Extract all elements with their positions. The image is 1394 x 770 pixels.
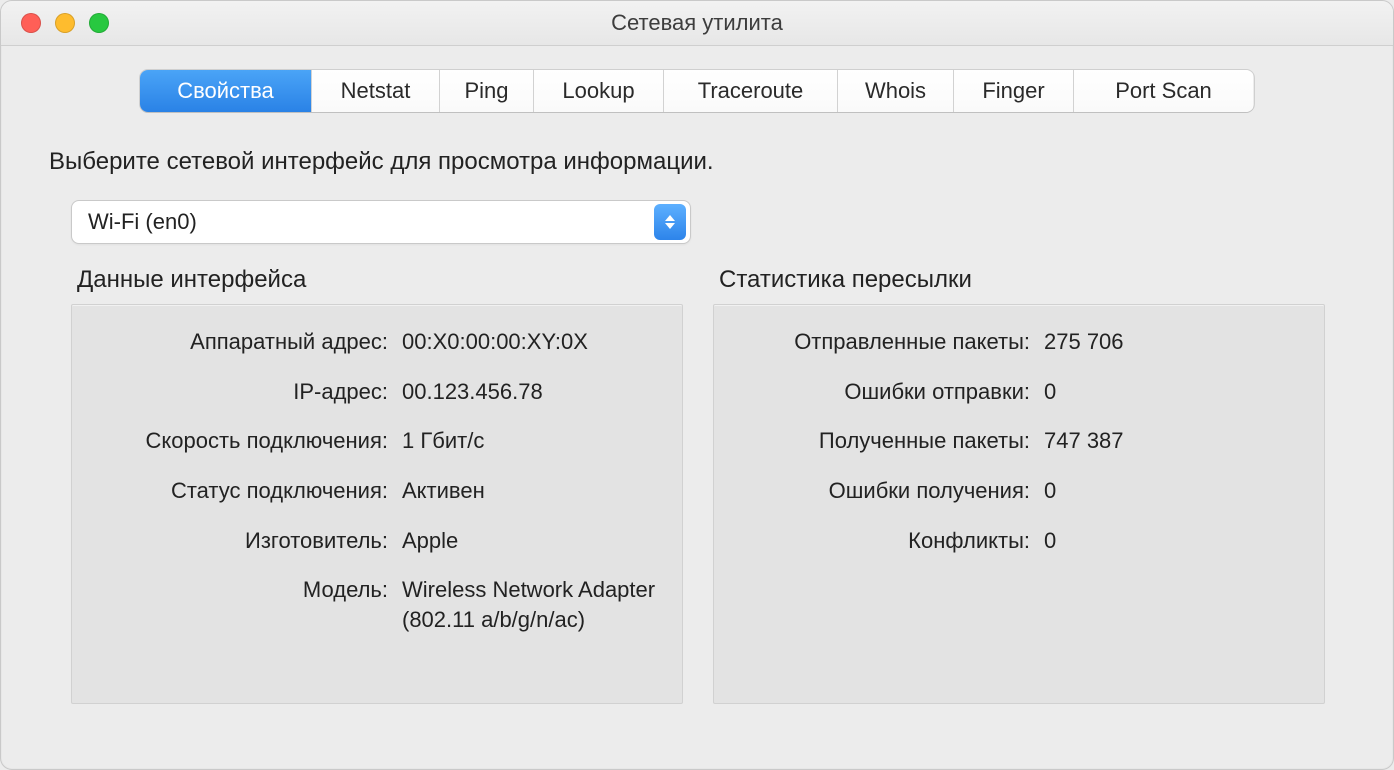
traffic-lights xyxy=(21,13,109,33)
label-vendor: Изготовитель: xyxy=(92,526,402,556)
zoom-window-button[interactable] xyxy=(89,13,109,33)
panels: Данные интерфейса Аппаратный адрес: 00:X… xyxy=(27,266,1367,704)
label-model: Модель: xyxy=(92,575,402,605)
transfer-stats-panel: Статистика пересылки Отправленные пакеты… xyxy=(713,266,1325,704)
value-link-status: Активен xyxy=(402,476,662,506)
row-hardware-address: Аппаратный адрес: 00:X0:00:00:XY:0X xyxy=(92,327,662,357)
row-collisions: Конфликты: 0 xyxy=(734,526,1304,556)
titlebar: Сетевая утилита xyxy=(1,1,1393,46)
instruction-text: Выберите сетевой интерфейс для просмотра… xyxy=(27,148,1367,176)
value-hardware-address: 00:X0:00:00:XY:0X xyxy=(402,327,662,357)
row-link-status: Статус подключения: Активен xyxy=(92,476,662,506)
label-recv-errors: Ошибки получения: xyxy=(734,476,1044,506)
transfer-stats-body: Отправленные пакеты: 275 706 Ошибки отпр… xyxy=(713,304,1325,704)
app-window: Сетевая утилита Свойства Netstat Ping Lo… xyxy=(0,0,1394,770)
label-ip-address: IP-адрес: xyxy=(92,377,402,407)
close-window-button[interactable] xyxy=(21,13,41,33)
tab-bar: Свойства Netstat Ping Lookup Traceroute … xyxy=(140,70,1254,112)
label-hardware-address: Аппаратный адрес: xyxy=(92,327,402,357)
minimize-window-button[interactable] xyxy=(55,13,75,33)
label-send-errors: Ошибки отправки: xyxy=(734,377,1044,407)
value-send-errors: 0 xyxy=(1044,377,1304,407)
tab-finger[interactable]: Finger xyxy=(954,70,1074,112)
interface-select-value: Wi-Fi (en0) xyxy=(72,209,654,235)
row-model: Модель: Wireless Network Adapter (802.11… xyxy=(92,575,662,634)
tab-ping[interactable]: Ping xyxy=(440,70,534,112)
row-recv-packets: Полученные пакеты: 747 387 xyxy=(734,426,1304,456)
label-link-speed: Скорость подключения: xyxy=(92,426,402,456)
row-sent-packets: Отправленные пакеты: 275 706 xyxy=(734,327,1304,357)
value-collisions: 0 xyxy=(1044,526,1304,556)
interface-info-body: Аппаратный адрес: 00:X0:00:00:XY:0X IP-а… xyxy=(71,304,683,704)
window-title: Сетевая утилита xyxy=(1,10,1393,36)
value-vendor: Apple xyxy=(402,526,662,556)
label-link-status: Статус подключения: xyxy=(92,476,402,506)
tab-whois[interactable]: Whois xyxy=(838,70,954,112)
tab-lookup[interactable]: Lookup xyxy=(534,70,664,112)
value-recv-errors: 0 xyxy=(1044,476,1304,506)
interface-select[interactable]: Wi-Fi (en0) xyxy=(71,200,691,244)
interface-info-title: Данные интерфейса xyxy=(71,266,683,294)
value-link-speed: 1 Гбит/с xyxy=(402,426,662,456)
transfer-stats-title: Статистика пересылки xyxy=(713,266,1325,294)
label-collisions: Конфликты: xyxy=(734,526,1044,556)
label-sent-packets: Отправленные пакеты: xyxy=(734,327,1044,357)
interface-info-panel: Данные интерфейса Аппаратный адрес: 00:X… xyxy=(71,266,683,704)
chevron-updown-icon xyxy=(654,204,686,240)
tab-info[interactable]: Свойства xyxy=(140,70,312,112)
row-vendor: Изготовитель: Apple xyxy=(92,526,662,556)
tab-netstat[interactable]: Netstat xyxy=(312,70,440,112)
row-link-speed: Скорость подключения: 1 Гбит/с xyxy=(92,426,662,456)
value-sent-packets: 275 706 xyxy=(1044,327,1304,357)
label-recv-packets: Полученные пакеты: xyxy=(734,426,1044,456)
row-send-errors: Ошибки отправки: 0 xyxy=(734,377,1304,407)
window-content: Свойства Netstat Ping Lookup Traceroute … xyxy=(1,46,1393,732)
tab-portscan[interactable]: Port Scan xyxy=(1074,70,1253,112)
tab-traceroute[interactable]: Traceroute xyxy=(664,70,838,112)
value-recv-packets: 747 387 xyxy=(1044,426,1304,456)
row-recv-errors: Ошибки получения: 0 xyxy=(734,476,1304,506)
row-ip-address: IP-адрес: 00.123.456.78 xyxy=(92,377,662,407)
value-ip-address: 00.123.456.78 xyxy=(402,377,662,407)
value-model: Wireless Network Adapter (802.11 a/b/g/n… xyxy=(402,575,662,634)
